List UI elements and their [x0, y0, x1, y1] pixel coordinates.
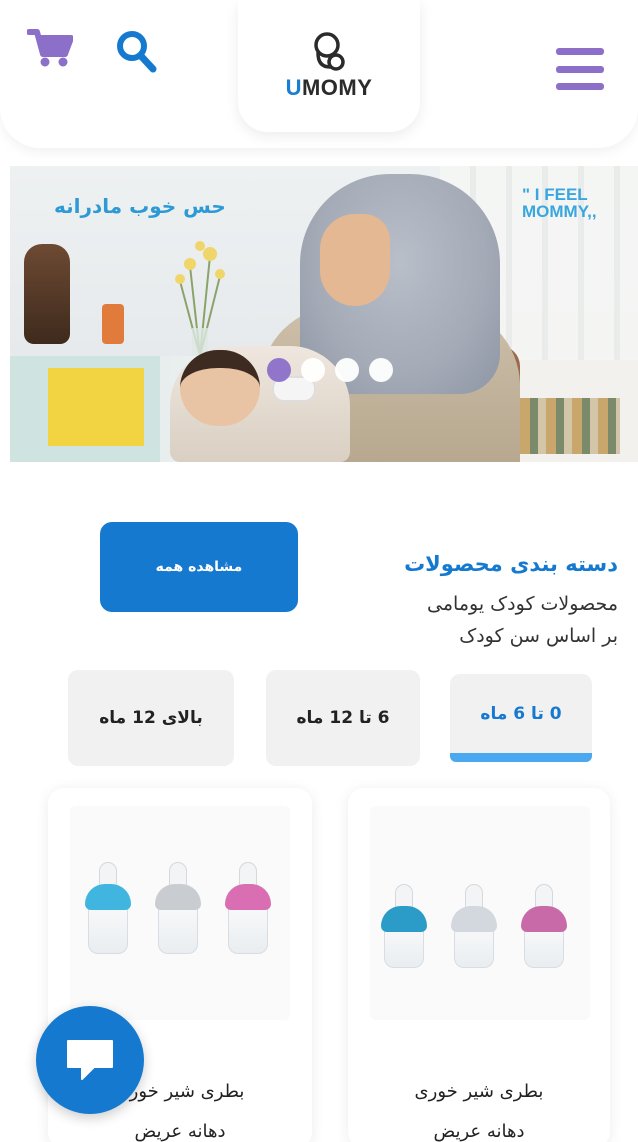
- menu-icon-bar: [556, 83, 604, 90]
- cart-icon: [27, 29, 73, 67]
- product-name-line2: دهانه عریض: [134, 1121, 226, 1142]
- small-vase-image: [102, 304, 124, 344]
- slider-dot-2[interactable]: [301, 358, 325, 382]
- menu-icon: [556, 48, 604, 55]
- hero-tagline-en-line1: " I FEEL: [522, 185, 588, 204]
- hero-tagline-en-line2: MOMMY,,: [522, 202, 597, 221]
- bottle-pink: [521, 884, 567, 968]
- tab-0-6-months[interactable]: 0 تا 6 ماه: [450, 674, 592, 762]
- mother-face-image: [320, 214, 390, 306]
- baby-head-image: [180, 350, 260, 426]
- logo[interactable]: UMOMY: [238, 0, 420, 132]
- product-name[interactable]: بطری شیر خوری دهانه عریض: [348, 1072, 610, 1142]
- slider-dot-1[interactable]: [267, 358, 291, 382]
- chat-button[interactable]: [36, 1006, 144, 1114]
- menu-button[interactable]: [556, 48, 604, 90]
- slider-dot-3[interactable]: [335, 358, 359, 382]
- tab-over-12-months[interactable]: بالای 12 ماه: [68, 670, 234, 766]
- bottle-grey: [451, 884, 497, 968]
- product-image[interactable]: [370, 806, 590, 1020]
- logo-text-rest: MOMY: [301, 75, 373, 100]
- slider-dots: [267, 358, 393, 382]
- bottle-blue: [85, 862, 131, 954]
- product-name-line1: بطری شیر خوری: [414, 1081, 544, 1102]
- logo-text-u: U: [285, 75, 302, 100]
- section-subtitle-line1: محصولات کودک یومامی: [427, 593, 618, 615]
- section-subtitle-line2: بر اساس سن کودک: [459, 625, 618, 647]
- bottle-pink: [225, 862, 271, 954]
- section-subtitle: محصولات کودک یومامی بر اساس سن کودک: [318, 588, 618, 652]
- flowers-image: [175, 241, 225, 356]
- bottle-grey: [155, 862, 201, 954]
- logo-text: UMOMY: [286, 75, 373, 101]
- shelf-yellow: [48, 368, 144, 446]
- search-icon: [117, 31, 157, 73]
- bottle-blue: [381, 884, 427, 968]
- section-title: دسته بندی محصولات: [404, 552, 618, 576]
- cart-button[interactable]: [24, 26, 76, 70]
- tab-6-12-months[interactable]: 6 تا 12 ماه: [266, 670, 420, 766]
- view-all-button[interactable]: مشاهده همه: [100, 522, 298, 612]
- search-button[interactable]: [110, 26, 162, 76]
- product-card[interactable]: بطری شیر خوری دهانه عریض: [348, 788, 610, 1142]
- hero-banner[interactable]: حس خوب مادرانه " I FEEL MOMMY,,: [10, 166, 638, 462]
- site-header: UMOMY: [0, 0, 638, 148]
- hero-tagline-en: " I FEEL MOMMY,,: [522, 186, 597, 220]
- slider-dot-4[interactable]: [369, 358, 393, 382]
- hero-tagline: حس خوب مادرانه: [54, 194, 226, 218]
- books-image: [520, 398, 620, 454]
- chat-icon: [67, 1040, 113, 1080]
- menu-icon-bar: [556, 65, 604, 73]
- product-image[interactable]: [70, 806, 290, 1020]
- logo-icon: [314, 32, 345, 71]
- product-name-line2: دهانه عریض: [433, 1121, 525, 1142]
- vase-image: [24, 244, 70, 344]
